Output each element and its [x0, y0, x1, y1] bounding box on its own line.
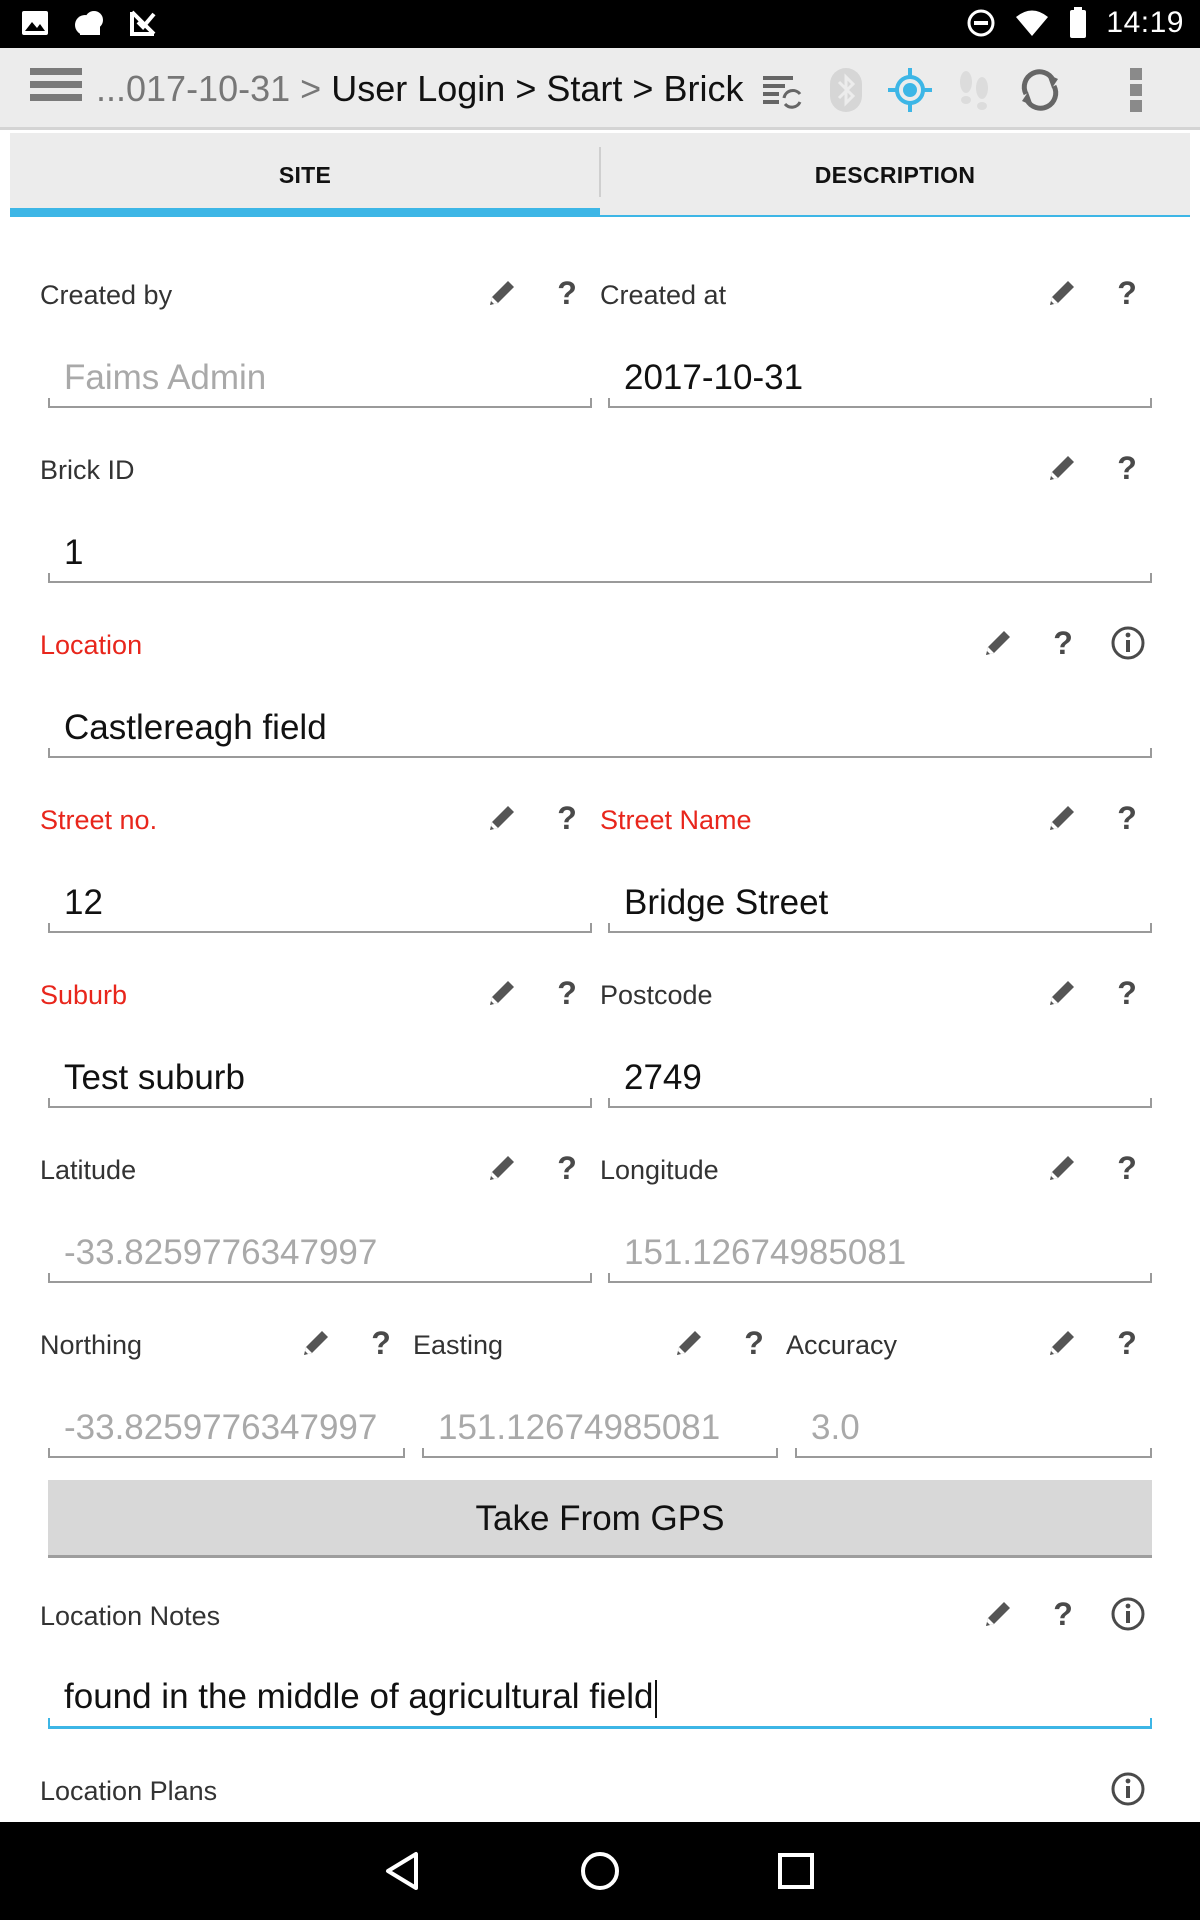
- breadcrumb-item-start[interactable]: Start: [546, 68, 622, 109]
- breadcrumb: ...017-10-31 > User Login > Start > Bric…: [96, 68, 743, 110]
- help-icon[interactable]: ?: [739, 1325, 769, 1362]
- footprints-icon[interactable]: [950, 66, 998, 114]
- help-icon[interactable]: ?: [552, 1150, 582, 1187]
- location-field[interactable]: Castlereagh field: [48, 702, 1152, 758]
- breadcrumb-separator: >: [632, 68, 654, 109]
- tab-description[interactable]: DESCRIPTION: [600, 133, 1190, 217]
- help-icon[interactable]: ?: [1112, 275, 1142, 312]
- easting-field[interactable]: 151.12674985081: [422, 1402, 778, 1458]
- pencil-icon[interactable]: [484, 800, 520, 836]
- pencil-icon[interactable]: [484, 975, 520, 1011]
- pencil-icon[interactable]: [1044, 1325, 1080, 1361]
- easting-label: Easting: [413, 1330, 504, 1360]
- help-icon[interactable]: ?: [1112, 1325, 1142, 1362]
- check-box-icon: [130, 10, 156, 36]
- back-icon[interactable]: [380, 1846, 430, 1896]
- help-icon[interactable]: ?: [552, 275, 582, 312]
- recents-icon[interactable]: [771, 1846, 821, 1896]
- street-name-field[interactable]: Bridge Street: [608, 877, 1152, 933]
- action-bar: ...017-10-31 > User Login > Start > Bric…: [0, 48, 1200, 130]
- pencil-icon[interactable]: [980, 625, 1016, 661]
- bluetooth-icon[interactable]: [822, 66, 870, 114]
- cloud-icon: [75, 11, 103, 35]
- pencil-icon[interactable]: [1044, 275, 1080, 311]
- northing-field[interactable]: -33.8259776347997: [48, 1402, 405, 1458]
- site-form: Created by ? Created at ? Faims Admin 20…: [10, 217, 1190, 1822]
- battery-icon: [1070, 7, 1087, 38]
- help-icon[interactable]: ?: [552, 975, 582, 1012]
- breadcrumb-item-user-login[interactable]: User Login: [331, 68, 505, 109]
- postcode-field[interactable]: 2749: [608, 1052, 1152, 1108]
- text-cursor: [654, 1680, 657, 1718]
- status-bar: 14:19: [0, 0, 1200, 48]
- street-name-label: Street Name: [600, 805, 752, 835]
- breadcrumb-separator: >: [300, 68, 322, 109]
- location-plans-label: Location Plans: [40, 1776, 218, 1806]
- help-icon[interactable]: ?: [366, 1325, 396, 1362]
- help-icon[interactable]: ?: [1112, 450, 1142, 487]
- street-no-label: Street no.: [40, 805, 158, 835]
- longitude-label: Longitude: [600, 1155, 719, 1185]
- take-from-gps-button[interactable]: Take From GPS: [48, 1480, 1152, 1558]
- pencil-icon[interactable]: [484, 1150, 520, 1186]
- pencil-icon[interactable]: [1044, 975, 1080, 1011]
- suburb-field[interactable]: Test suburb: [48, 1052, 592, 1108]
- clock: 14:19: [1106, 6, 1184, 39]
- pencil-icon[interactable]: [980, 1596, 1016, 1632]
- created-at-field[interactable]: 2017-10-31: [608, 352, 1152, 408]
- overflow-menu-icon[interactable]: [1112, 66, 1160, 114]
- suburb-label: Suburb: [40, 980, 128, 1010]
- created-by-label: Created by: [40, 280, 173, 310]
- tab-site[interactable]: SITE: [10, 133, 600, 217]
- accuracy-field[interactable]: 3.0: [795, 1402, 1152, 1458]
- breadcrumb-truncated[interactable]: ...017-10-31: [96, 68, 290, 109]
- gps-target-icon[interactable]: [886, 66, 934, 114]
- location-notes-label: Location Notes: [40, 1601, 221, 1631]
- street-no-field[interactable]: 12: [48, 877, 592, 933]
- help-icon[interactable]: ?: [1112, 975, 1142, 1012]
- sync-list-icon[interactable]: [758, 66, 806, 114]
- location-notes-value: found in the middle of agricultural fiel…: [64, 1677, 654, 1717]
- hamburger-menu-icon[interactable]: [30, 68, 82, 110]
- info-icon[interactable]: [1110, 1596, 1146, 1632]
- pencil-icon[interactable]: [1044, 450, 1080, 486]
- postcode-label: Postcode: [600, 980, 713, 1010]
- latitude-label: Latitude: [40, 1155, 137, 1185]
- latitude-field[interactable]: -33.8259776347997: [48, 1227, 592, 1283]
- created-at-label: Created at: [600, 280, 727, 310]
- pencil-icon[interactable]: [1044, 1150, 1080, 1186]
- do-not-disturb-icon: [967, 9, 995, 37]
- help-icon[interactable]: ?: [552, 800, 582, 837]
- help-icon[interactable]: ?: [1112, 1150, 1142, 1187]
- pencil-icon[interactable]: [298, 1325, 334, 1361]
- pencil-icon[interactable]: [1044, 800, 1080, 836]
- help-icon[interactable]: ?: [1048, 625, 1078, 662]
- refresh-icon[interactable]: [1016, 66, 1064, 114]
- breadcrumb-separator: >: [515, 68, 537, 109]
- pencil-icon[interactable]: [484, 275, 520, 311]
- wifi-icon: [1016, 10, 1049, 36]
- location-notes-field[interactable]: found in the middle of agricultural fiel…: [48, 1673, 1152, 1729]
- brick-id-label: Brick ID: [40, 455, 135, 485]
- tab-bar: SITE DESCRIPTION: [10, 133, 1190, 217]
- accuracy-label: Accuracy: [786, 1330, 898, 1360]
- help-icon[interactable]: ?: [1112, 800, 1142, 837]
- help-icon[interactable]: ?: [1048, 1596, 1078, 1633]
- info-icon[interactable]: [1110, 1771, 1146, 1807]
- brick-id-field[interactable]: 1: [48, 527, 1152, 583]
- info-icon[interactable]: [1110, 625, 1146, 661]
- created-by-field[interactable]: Faims Admin: [48, 352, 592, 408]
- longitude-field[interactable]: 151.12674985081: [608, 1227, 1152, 1283]
- navigation-bar: [0, 1822, 1200, 1920]
- northing-label: Northing: [40, 1330, 143, 1360]
- breadcrumb-item-brick: Brick: [663, 68, 744, 109]
- image-icon: [22, 11, 48, 35]
- location-label: Location: [40, 630, 143, 660]
- home-icon[interactable]: [575, 1846, 625, 1896]
- pencil-icon[interactable]: [671, 1325, 707, 1361]
